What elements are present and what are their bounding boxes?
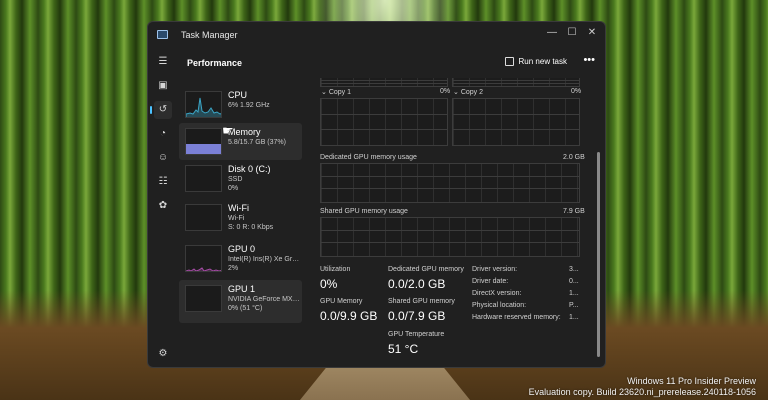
- driver-date-key: Driver date:: [472, 278, 509, 285]
- shared-memory-value: 0.0/7.9 GB: [388, 309, 446, 323]
- gpu1-thumbnail-graph: [185, 285, 222, 312]
- device-disk-0[interactable]: Disk 0 (C:) SSD 0%: [179, 160, 302, 197]
- dedicated-memory-value: 0.0/2.0 GB: [388, 277, 446, 291]
- directx-version-key: DirectX version:: [472, 290, 522, 297]
- gpu-temperature-value: 51 °C: [388, 342, 419, 356]
- gpu-temperature-label: GPU Temperature: [388, 331, 445, 338]
- driver-date-value: 0...: [569, 278, 579, 285]
- hardware-reserved-memory-value: 1...: [569, 314, 579, 321]
- device-usage: 0% (51 °C): [228, 305, 263, 312]
- page-title: Performance: [187, 58, 243, 68]
- shared-memory-graph: [320, 217, 580, 257]
- physical-location-key: Physical location:: [472, 302, 527, 309]
- hamburger-icon[interactable]: ☰: [154, 53, 172, 71]
- device-gpu-1[interactable]: GPU 1 NVIDIA GeForce MX4... 0% (51 °C): [179, 280, 302, 323]
- task-manager-app-icon: [157, 30, 168, 39]
- physical-location-value: P...: [569, 302, 579, 309]
- navigation-rail: ☰ ▣ ↺ ◔ ☺ ☷ ✿ ⚙: [148, 48, 178, 367]
- dedicated-memory-label: Dedicated GPU memory: [388, 266, 464, 273]
- dedicated-memory-graph-max: 2.0 GB: [563, 154, 585, 161]
- performance-icon[interactable]: ▣: [154, 77, 172, 95]
- dedicated-memory-graph: [320, 163, 580, 203]
- settings-icon[interactable]: ⚙: [154, 345, 172, 363]
- watermark-build: Evaluation copy. Build 23620.ni_prerelea…: [528, 387, 756, 397]
- wifi-thumbnail-graph: [185, 204, 222, 231]
- gpu-memory-value: 0.0/9.9 GB: [320, 309, 378, 323]
- memory-fill: [186, 144, 221, 154]
- maximize-button[interactable]: ☐: [561, 25, 583, 41]
- device-usage: 2%: [228, 265, 239, 272]
- startup-apps-icon[interactable]: ◔: [154, 125, 172, 143]
- device-memory[interactable]: Memory 5.8/15.7 GB (37%): [179, 123, 302, 160]
- device-name: CPU: [228, 90, 248, 100]
- app-history-icon[interactable]: ↺: [150, 101, 172, 119]
- copy1-engine-selector[interactable]: ⌄ Copy 1: [321, 88, 351, 96]
- desktop-watermark: Windows 11 Pro Insider Preview Evaluatio…: [529, 376, 756, 398]
- mouse-pointer-icon: ☛: [222, 123, 234, 138]
- device-detail: 5.8/15.7 GB (37%): [228, 139, 286, 146]
- gpu-memory-label: GPU Memory: [320, 298, 363, 305]
- details-icon[interactable]: ☷: [154, 173, 172, 191]
- device-detail: Wi-Fi: [228, 215, 245, 222]
- device-list: CPU 6% 1.92 GHz Memory 5.8/15.7 GB (37%)…: [178, 82, 303, 367]
- device-cpu[interactable]: CPU 6% 1.92 GHz: [179, 86, 302, 123]
- device-usage: 0%: [228, 185, 239, 192]
- users-icon[interactable]: ☺: [154, 149, 172, 167]
- more-options-button[interactable]: •••: [583, 54, 595, 66]
- cpu-thumbnail-graph: [185, 91, 222, 118]
- engine-graph-top-right: [452, 78, 580, 87]
- device-detail: 6% 1.92 GHz: [228, 102, 270, 109]
- copy2-label: Copy 2: [460, 89, 483, 96]
- driver-version-value: 3...: [569, 266, 579, 273]
- device-usage: S: 0 R: 0 Kbps: [228, 224, 274, 231]
- page-header: Performance Run new task •••: [178, 48, 605, 78]
- driver-version-key: Driver version:: [472, 266, 518, 273]
- device-name: Wi-Fi: [228, 203, 249, 213]
- vertical-scrollbar[interactable]: [597, 152, 600, 357]
- shared-memory-graph-label: Shared GPU memory usage: [320, 208, 408, 215]
- copy1-graph: [320, 98, 448, 146]
- hardware-reserved-memory-key: Hardware reserved memory:: [472, 314, 561, 321]
- run-new-task-button[interactable]: Run new task: [504, 57, 567, 66]
- shared-memory-label: Shared GPU memory: [388, 298, 455, 305]
- device-name: GPU 1: [228, 284, 256, 294]
- dedicated-memory-graph-label: Dedicated GPU memory usage: [320, 154, 417, 161]
- close-button[interactable]: ✕: [581, 25, 603, 41]
- copy2-graph: [452, 98, 580, 146]
- shared-memory-graph-max: 7.9 GB: [563, 208, 585, 215]
- engine-graph-top-left: [320, 78, 448, 87]
- run-task-icon: [504, 57, 514, 66]
- directx-version-value: 1...: [569, 290, 579, 297]
- device-wifi[interactable]: Wi-Fi Wi-Fi S: 0 R: 0 Kbps: [179, 199, 302, 236]
- utilization-label: Utilization: [320, 266, 351, 273]
- device-gpu-0[interactable]: GPU 0 Intel(R) Iris(R) Xe Grap... 2%: [179, 240, 302, 277]
- device-name: Disk 0 (C:): [228, 164, 271, 174]
- disk-thumbnail-graph: [185, 165, 222, 192]
- device-detail: Intel(R) Iris(R) Xe Grap...: [228, 256, 302, 263]
- run-new-task-label: Run new task: [518, 57, 567, 66]
- memory-thumbnail-graph: [185, 128, 222, 155]
- device-detail: NVIDIA GeForce MX4...: [228, 296, 302, 303]
- utilization-value: 0%: [320, 277, 338, 291]
- device-detail: SSD: [228, 176, 243, 183]
- copy2-percent: 0%: [571, 88, 582, 95]
- copy2-engine-selector[interactable]: ⌄ Copy 2: [453, 88, 483, 96]
- copy1-percent: 0%: [440, 88, 451, 95]
- gpu0-thumbnail-graph: [185, 245, 222, 272]
- device-name: GPU 0: [228, 244, 256, 254]
- title-bar[interactable]: Task Manager — ☐ ✕: [148, 22, 605, 48]
- window-title: Task Manager: [181, 30, 238, 40]
- minimize-button[interactable]: —: [541, 25, 563, 41]
- copy1-label: Copy 1: [328, 89, 351, 96]
- watermark-edition: Windows 11 Pro Insider Preview: [627, 376, 756, 386]
- services-icon[interactable]: ✿: [154, 197, 172, 215]
